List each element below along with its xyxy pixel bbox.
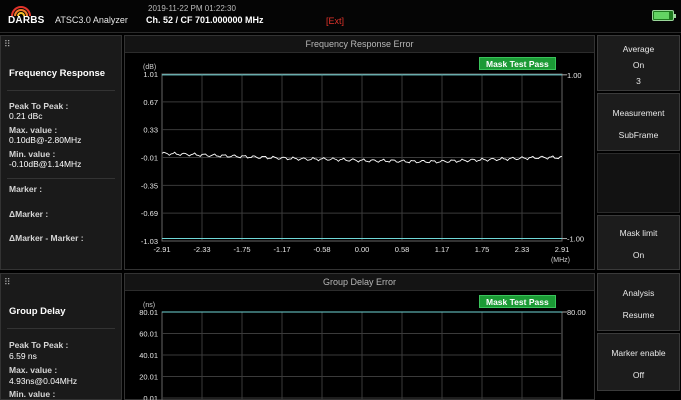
button-value: SubFrame <box>618 130 659 140</box>
y-tick-label: 0.01 <box>143 394 158 400</box>
peak-to-peak-value: 0.21 dBc <box>9 111 43 121</box>
drag-handle-icon[interactable]: ⠿ <box>4 39 11 50</box>
drag-handle-icon[interactable]: ⠿ <box>4 277 11 288</box>
button-value: Resume <box>622 310 655 320</box>
max-value: 4.93ns@0.04MHz <box>9 376 78 386</box>
datetime: 2019-11-22 PM 01:22:30 <box>148 4 236 13</box>
x-tick-label: -1.75 <box>233 245 250 254</box>
divider <box>7 178 115 179</box>
y-tick-label: -0.69 <box>141 209 158 218</box>
mask-limit-button[interactable]: Mask limit On <box>597 215 680 270</box>
x-tick-label: 2.91 <box>555 245 570 254</box>
x-tick-label: 0.58 <box>395 245 410 254</box>
button-label: Marker enable <box>611 348 666 358</box>
y-tick-label: 0.33 <box>143 126 158 135</box>
right-tick-label: 80.00 <box>567 308 586 317</box>
panel-title: Group Delay <box>9 306 66 317</box>
status-bar: DARBS ATSC3.0 Analyzer 2019-11-22 PM 01:… <box>0 0 681 33</box>
button-value: On <box>632 60 645 70</box>
max-value-label: Max. value : <box>9 365 58 375</box>
y-tick-label: 40.01 <box>139 351 158 360</box>
y-axis-unit: (ns) <box>143 302 155 309</box>
frequency-response-chart[interactable]: 1.010.670.33-0.01-0.35-0.69-1.03-2.91 -2.… <box>125 36 596 271</box>
mask-test-pass-badge: Mask Test Pass <box>479 57 556 70</box>
peak-to-peak-value: 6.59 ns <box>9 351 37 361</box>
mask-test-pass-badge: Mask Test Pass <box>479 295 556 308</box>
button-label: Analysis <box>622 288 655 298</box>
group-delay-chart-panel: Group Delay Error 80.01 60.01 40.01 20.01 0.… <box>124 273 595 400</box>
x-tick-label: 0.00 <box>355 245 370 254</box>
marker-label: Marker : <box>9 184 43 194</box>
peak-to-peak-label: Peak To Peak : <box>9 101 69 111</box>
delta-marker-label: ΔMarker : <box>9 209 49 219</box>
ext-reference-indicator: [Ext] <box>326 16 345 26</box>
y-tick-label: 60.01 <box>139 330 158 339</box>
y-tick-label: -0.01 <box>141 154 158 163</box>
frequency-response-chart-panel: Frequency Response Error 1.01 0.67 0.33 -0.… <box>124 35 595 270</box>
max-value: 0.10dB@-2.80MHz <box>9 135 82 145</box>
button-label: Measurement <box>612 108 665 118</box>
min-value-label: Min. value : <box>9 149 56 159</box>
frequency-response-info-panel: ⠿ Frequency Response Peak To Peak : 0.21… <box>0 35 122 270</box>
x-tick-label: -2.91 <box>153 245 170 254</box>
x-tick-label: -0.58 <box>313 245 330 254</box>
button-value: Off <box>632 370 645 380</box>
min-value: -0.10dB@1.14MHz <box>9 159 82 169</box>
x-tick-label: -1.17 <box>273 245 290 254</box>
peak-to-peak-label: Peak To Peak : <box>9 340 69 350</box>
battery-level <box>654 12 669 19</box>
right-tick-label: 1.00 <box>567 71 582 80</box>
button-label: Mask limit <box>619 228 658 238</box>
x-tick-label: 2.33 <box>515 245 530 254</box>
empty-softkey <box>597 153 680 213</box>
y-tick-label: -0.35 <box>141 181 158 190</box>
brand-name: DARBS <box>8 15 45 26</box>
x-tick-label: 1.75 <box>475 245 490 254</box>
max-value-label: Max. value : <box>9 125 58 135</box>
y-tick-label: 20.01 <box>139 373 158 382</box>
y-tick-label: 1.01 <box>143 70 158 79</box>
measurement-button[interactable]: Measurement SubFrame <box>597 93 680 151</box>
app-name: ATSC3.0 Analyzer <box>55 15 128 25</box>
x-axis-unit: (MHz) <box>551 257 570 264</box>
marker-enable-button[interactable]: Marker enable Off <box>597 333 680 391</box>
button-value: On <box>632 250 645 260</box>
y-axis-unit: (dB) <box>143 64 156 71</box>
app-logo: DARBS <box>4 3 52 29</box>
y-tick-label: 80.01 <box>139 308 158 317</box>
min-value-label: Min. value : <box>9 389 56 399</box>
average-button[interactable]: Average On 3 <box>597 35 680 91</box>
y-tick-label: 0.67 <box>143 98 158 107</box>
x-tick-label: 1.17 <box>435 245 450 254</box>
analysis-button[interactable]: Analysis Resume <box>597 273 680 331</box>
group-delay-chart[interactable]: 80.01 60.01 40.01 20.01 0.01 (ns) 80.00 <box>125 274 596 400</box>
button-label: Average <box>622 44 655 54</box>
divider <box>7 328 115 329</box>
panel-title: Frequency Response <box>9 68 106 79</box>
button-extra: 3 <box>636 76 641 86</box>
battery-icon <box>652 10 676 21</box>
x-tick-label: -2.33 <box>193 245 210 254</box>
right-tick-label: -1.00 <box>567 235 584 244</box>
delta-marker-minus-marker-label: ΔMarker - Marker : <box>9 233 84 243</box>
channel-frequency: Ch. 52 / CF 701.000000 MHz <box>146 15 264 25</box>
divider <box>7 90 115 91</box>
group-delay-info-panel: ⠿ Group Delay Peak To Peak : 6.59 ns Max… <box>0 273 122 400</box>
